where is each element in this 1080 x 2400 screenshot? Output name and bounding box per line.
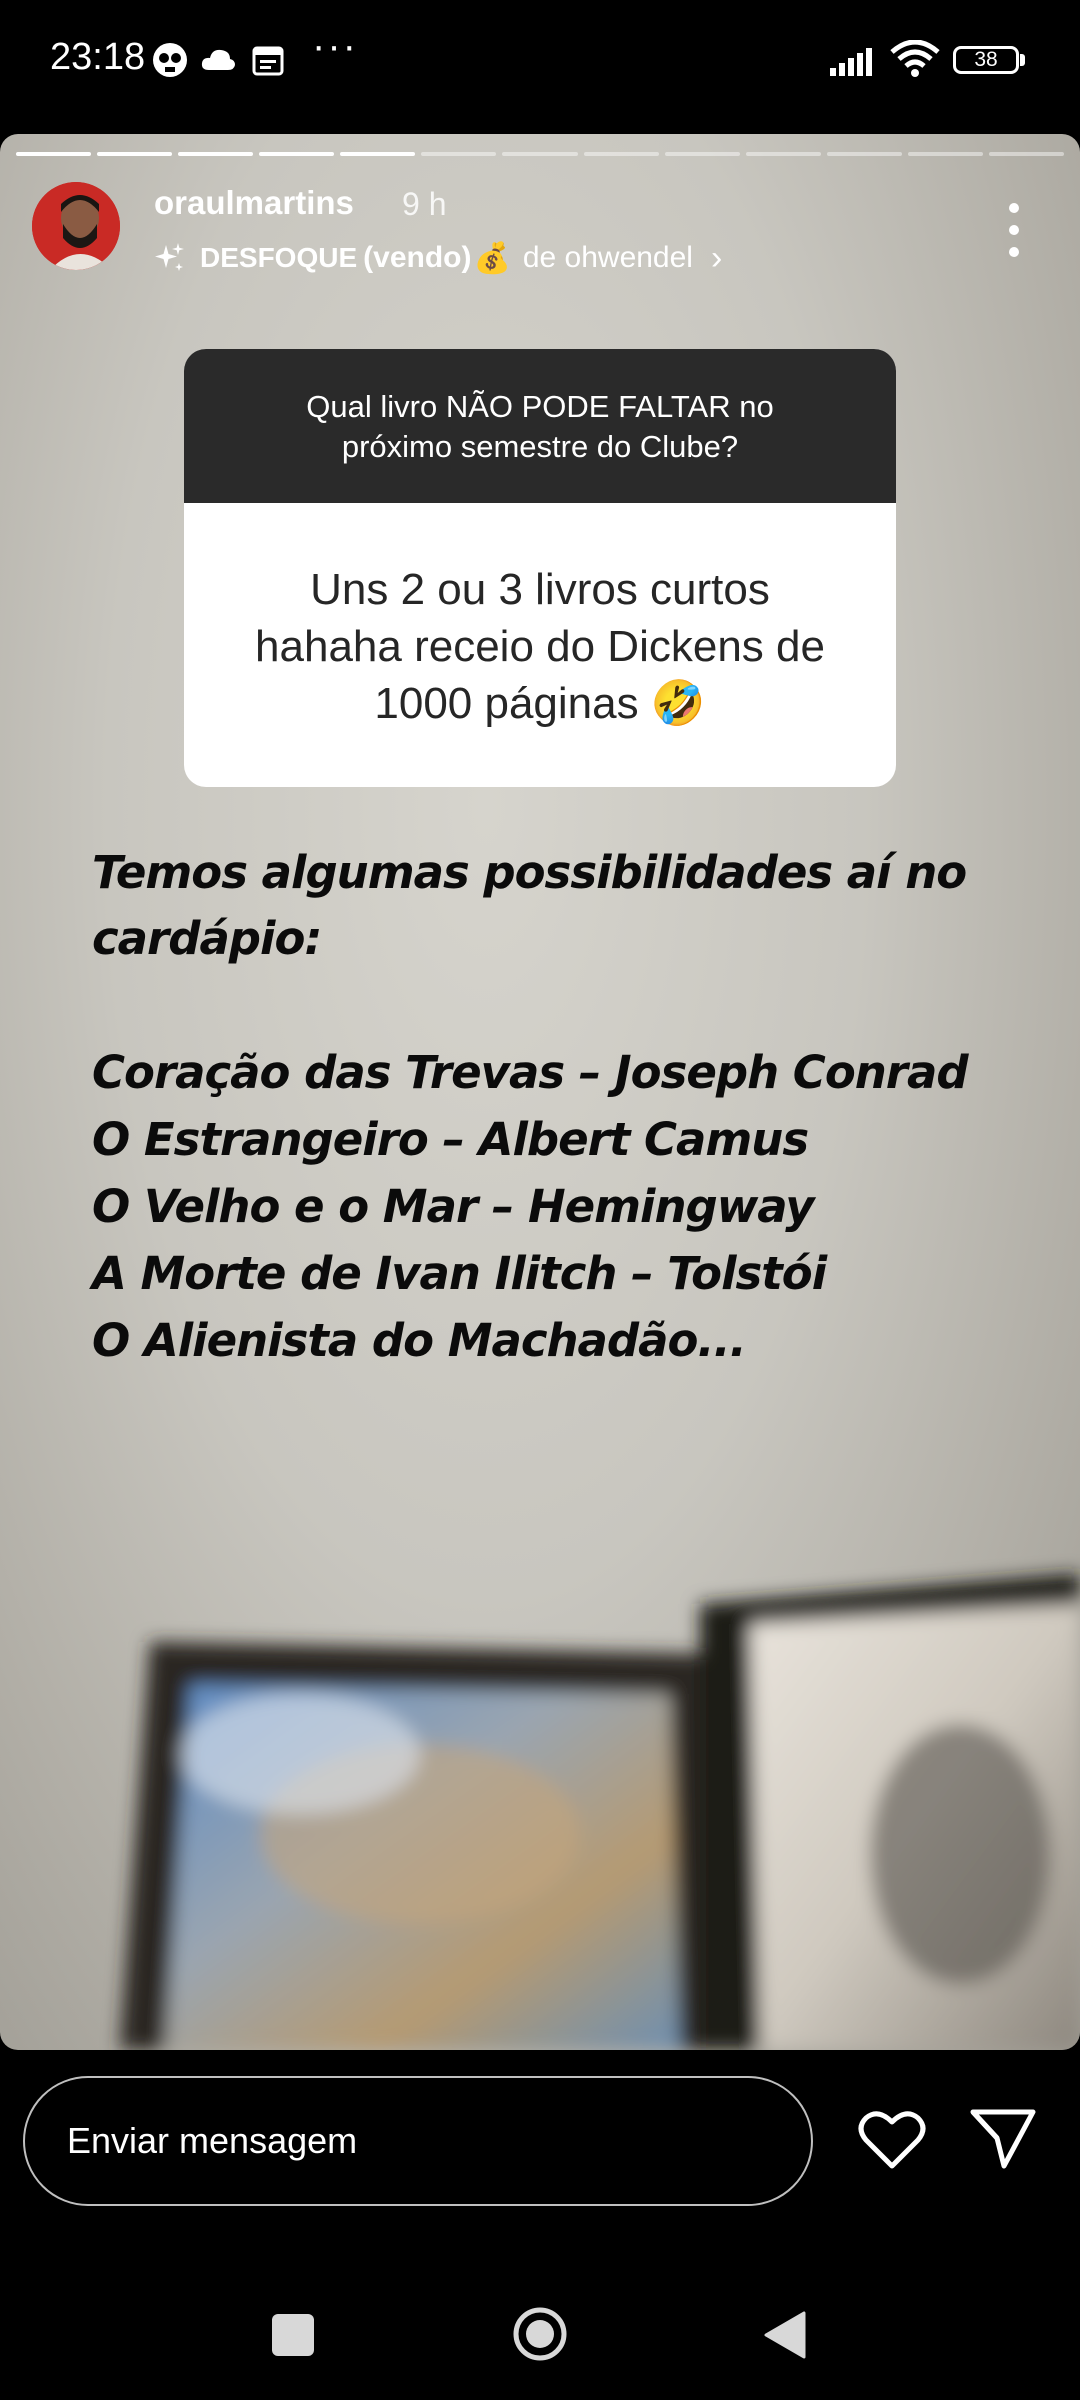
username[interactable]: oraulmartins: [154, 184, 354, 222]
chevron-right-icon: ›: [710, 238, 723, 277]
back-button[interactable]: [762, 2310, 808, 2360]
story-progress-bar: [16, 152, 1065, 156]
progress-segment: [664, 152, 740, 156]
avatar[interactable]: [32, 182, 120, 270]
money-bag-emoji: 💰: [473, 241, 511, 275]
progress-segment: [259, 152, 335, 156]
story-text-line: cardápio:: [92, 912, 322, 965]
wifi-icon: [890, 40, 940, 77]
answer-line: Uns 2 ou 3 livros curtos: [310, 565, 770, 614]
recent-apps-button[interactable]: [272, 2314, 314, 2356]
progress-segment: [340, 152, 416, 156]
question-line: Qual livro NÃO PODE FALTAR no: [306, 389, 774, 424]
progress-segment: [178, 152, 254, 156]
effect-author: de ohwendel: [522, 241, 693, 274]
progress-segment: [988, 152, 1065, 156]
question-answer: Uns 2 ou 3 livros curtos hahaha receio d…: [184, 503, 896, 787]
home-button[interactable]: [512, 2306, 568, 2362]
question-line: próximo semestre do Clube?: [341, 429, 739, 464]
progress-segment: [745, 152, 821, 156]
progress-segment: [826, 152, 902, 156]
status-time: 23:18: [50, 36, 146, 78]
send-message-input[interactable]: Enviar mensagem: [23, 2076, 813, 2206]
progress-segment: [907, 152, 983, 156]
story-text-line: Temos algumas possibilidades aí no: [92, 846, 967, 899]
question-prompt: Qual livro NÃO PODE FALTAR no próximo se…: [184, 349, 896, 503]
signal-icon: [830, 48, 872, 76]
effect-name: DESFOQUE: [200, 242, 358, 273]
story-text-line: O Estrangeiro – Albert Camus: [92, 1113, 809, 1166]
story-view[interactable]: oraulmartins 9 h DESFOQUE (vendo) 💰 de o…: [0, 134, 1080, 2050]
story-time-ago: 9 h: [402, 186, 447, 222]
answer-line: hahaha receio do Dickens de: [255, 622, 825, 671]
progress-segment: [421, 152, 497, 156]
sparkle-icon: [155, 243, 184, 271]
story-text-line: A Morte de Ivan Ilitch – Tolstói: [92, 1247, 827, 1300]
battery-level: 38: [974, 48, 998, 71]
story-text-line: O Alienista do Machadão...: [92, 1314, 747, 1367]
battery-icon: 38: [953, 46, 1019, 74]
progress-segment: [97, 152, 173, 156]
send-icon[interactable]: [970, 2108, 1036, 2170]
story-text-line: Coração das Trevas – Joseph Conrad: [92, 1046, 969, 1099]
question-sticker[interactable]: Qual livro NÃO PODE FALTAR no próximo se…: [184, 349, 896, 787]
more-options-icon[interactable]: [998, 200, 1030, 260]
more-notifications-indicator: ···: [312, 24, 358, 68]
skull-notification-icon: [153, 43, 187, 77]
progress-segment: [16, 152, 92, 156]
effect-attribution[interactable]: DESFOQUE (vendo) 💰 de ohwendel ›: [152, 234, 722, 282]
heart-icon[interactable]: [858, 2110, 926, 2170]
avatar-image: [32, 182, 120, 270]
status-bar: 23:18 ··· 38: [0, 0, 1080, 124]
answer-line: 1000 páginas 🤣: [374, 679, 706, 728]
progress-segment: [583, 152, 659, 156]
cloud-icon: [201, 49, 235, 70]
instagram-story-screen: 23:18 ··· 38 oraulmartins 9 h DESFOQUE (…: [0, 0, 1080, 2400]
battery-tip: [1020, 54, 1025, 66]
story-text-line: O Velho e o Mar – Hemingway: [92, 1180, 815, 1233]
calendar-icon: [252, 46, 284, 76]
effect-name-suffix: (vendo): [363, 241, 472, 274]
progress-segment: [502, 152, 578, 156]
